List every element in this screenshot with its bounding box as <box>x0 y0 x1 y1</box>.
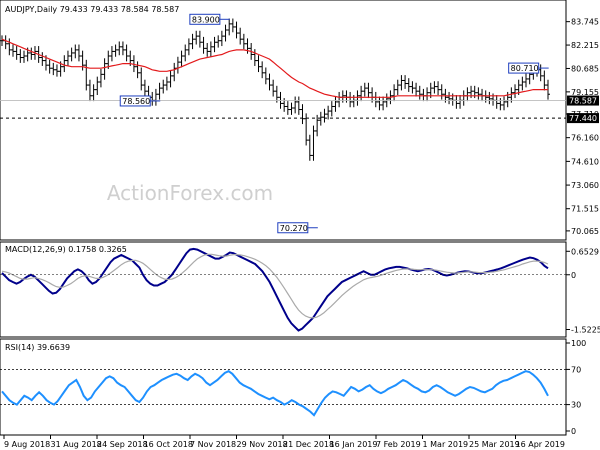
ytick-label: 100 <box>571 339 586 348</box>
xtick-label: 16 Jan 2019 <box>330 440 378 449</box>
ytick-label: 79.155 <box>571 88 599 97</box>
svg-text:70.270: 70.270 <box>280 224 308 233</box>
ytick-label: 71.515 <box>571 205 599 214</box>
svg-text:77.440: 77.440 <box>569 114 597 123</box>
current-price-tag: 78.587 <box>567 95 599 106</box>
ytick-label: 70 <box>571 365 581 374</box>
svg-text:83.900: 83.900 <box>192 15 220 24</box>
ytick-label: 83.745 <box>571 18 599 27</box>
chart-root: 70.06571.51573.06074.61076.16077.71079.1… <box>0 0 600 449</box>
support-level-tag: 77.440 <box>567 113 599 124</box>
price-panel-title: AUDJPY,Daily 79.433 79.433 78.584 78.587 <box>5 5 179 14</box>
ytick-label: 30 <box>571 401 581 410</box>
ytick-label: 0.6529 <box>571 247 599 256</box>
xtick-label: 29 Nov 2018 <box>237 440 288 449</box>
ytick-label: 74.610 <box>571 157 599 166</box>
xtick-label: 24 Sep 2018 <box>97 440 148 449</box>
macd-panel-title: MACD(12,26,9) 0.1758 0.3265 <box>5 245 127 254</box>
x-axis: 9 Aug 2018 31 Aug 201824 Sep 201816 Oct 2… <box>3 435 565 449</box>
xtick-label: 7 Nov 2018 <box>190 440 236 449</box>
ytick-label: 73.060 <box>571 181 599 190</box>
ytick-label: 76.160 <box>571 134 599 143</box>
svg-text:80.710: 80.710 <box>511 64 539 73</box>
svg-text:78.560: 78.560 <box>122 97 150 106</box>
watermark: ActionForex.com <box>107 181 273 205</box>
price-panel <box>0 0 567 241</box>
ytick-label: 0 <box>571 427 576 436</box>
xtick-label: 25 Mar 2019 <box>469 440 520 449</box>
xtick-label: 21 Dec 2018 <box>283 440 334 449</box>
xtick-label: 9 Aug 2018 <box>4 440 50 449</box>
svg-text:78.587: 78.587 <box>569 97 597 106</box>
xtick-label: 16 Oct 2018 <box>144 440 193 449</box>
xtick-label: 1 Mar 2019 <box>423 440 469 449</box>
ytick-label: 80.685 <box>571 64 599 73</box>
ytick-label: 0 <box>571 271 576 280</box>
ytick-label: 70.065 <box>571 227 599 236</box>
rsi-panel <box>0 338 567 436</box>
xtick-label: 31 Aug 2018 <box>51 440 102 449</box>
xtick-label: 16 Apr 2019 <box>516 440 565 449</box>
macd-panel <box>0 241 567 338</box>
ytick-label: 82.215 <box>571 41 599 50</box>
ytick-label: -1.5225 <box>571 325 600 334</box>
rsi-panel-title: RSI(14) 39.6639 <box>5 343 70 352</box>
xtick-label: 7 Feb 2019 <box>376 440 421 449</box>
